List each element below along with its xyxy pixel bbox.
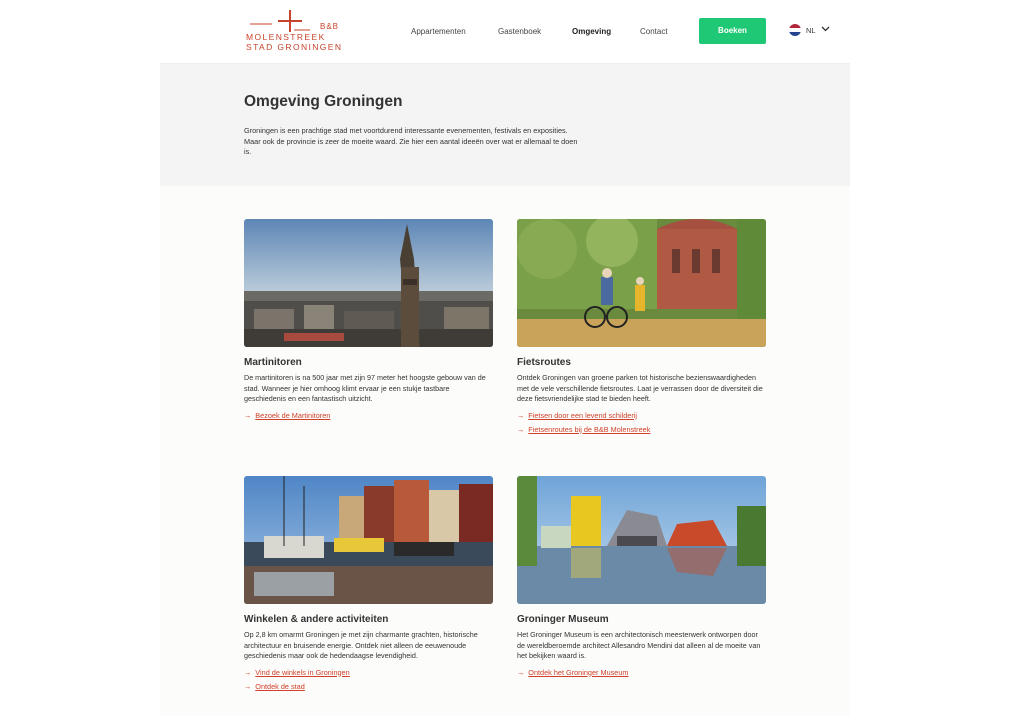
card-martinitoren: Martinitoren De martinitoren is na 500 j…	[244, 219, 493, 420]
arrow-right-icon: →	[517, 424, 525, 434]
card-text: Op 2,8 km omarmt Groningen je met zijn c…	[244, 630, 478, 660]
nav-omgeving[interactable]: Omgeving	[572, 27, 611, 36]
nav-contact[interactable]: Contact	[640, 27, 668, 36]
intro-section: Omgeving Groningen Groningen is een prac…	[160, 64, 850, 186]
logo-line2: STAD GRONINGEN	[246, 42, 343, 52]
card-title: Winkelen & andere activiteiten	[244, 614, 389, 625]
logo-line1: MOLENSTREEK	[246, 32, 326, 42]
groninger-museum-link[interactable]: → Ontdek het Groninger Museum	[517, 668, 766, 677]
card-title: Martinitoren	[244, 357, 302, 368]
windmill-logo-icon	[250, 10, 310, 32]
card-text: De martinitoren is na 500 jaar met zijn …	[244, 373, 486, 403]
arrow-right-icon: →	[244, 681, 252, 691]
fietsenroutes-molenstreek-link[interactable]: → Fietsenroutes bij de B&B Molenstreek	[517, 425, 766, 434]
card-text: Het Groninger Museum is een architectoni…	[517, 630, 761, 660]
card-title: Groninger Museum	[517, 614, 609, 625]
ontdek-stad-link[interactable]: → Ontdek de stad	[244, 682, 493, 691]
nav-appartementen[interactable]: Appartementen	[411, 27, 466, 36]
card-text: Ontdek Groningen van groene parken tot h…	[517, 373, 763, 403]
fietsroutes-image	[517, 219, 766, 347]
logo-bnb: B&B	[320, 22, 340, 31]
intro-text: Groningen is een prachtige stad met voor…	[244, 126, 578, 156]
winkelen-image	[244, 476, 493, 604]
winkels-groningen-link[interactable]: → Vind de winkels in Groningen	[244, 668, 493, 677]
martinitoren-image	[244, 219, 493, 347]
chevron-down-icon	[821, 24, 830, 33]
card-winkelen: Winkelen & andere activiteiten Op 2,8 km…	[244, 476, 493, 691]
fietsen-levend-schilderij-link[interactable]: → Fietsen door een levend schilderij	[517, 411, 766, 420]
card-groninger-museum: Groninger Museum Het Groninger Museum is…	[517, 476, 766, 677]
arrow-right-icon: →	[517, 667, 525, 677]
site-header: B&B MOLENSTREEK STAD GRONINGEN Apparteme…	[160, 0, 850, 64]
arrow-right-icon: →	[244, 667, 252, 677]
arrow-right-icon: →	[517, 410, 525, 420]
page: B&B MOLENSTREEK STAD GRONINGEN Apparteme…	[160, 0, 850, 716]
language-selector[interactable]: NL	[789, 24, 833, 38]
nav-gastenboek[interactable]: Gastenboek	[498, 27, 541, 36]
card-title: Fietsroutes	[517, 357, 571, 368]
page-title: Omgeving Groningen	[244, 93, 403, 110]
groninger-museum-image	[517, 476, 766, 604]
logo[interactable]: B&B MOLENSTREEK STAD GRONINGEN	[246, 10, 346, 54]
book-button[interactable]: Boeken	[699, 18, 766, 44]
netherlands-flag-icon	[789, 24, 801, 36]
arrow-right-icon: →	[244, 410, 252, 420]
language-code: NL	[806, 26, 816, 35]
card-fietsroutes: Fietsroutes Ontdek Groningen van groene …	[517, 219, 766, 434]
martinitoren-link[interactable]: → Bezoek de Martinitoren	[244, 411, 493, 420]
